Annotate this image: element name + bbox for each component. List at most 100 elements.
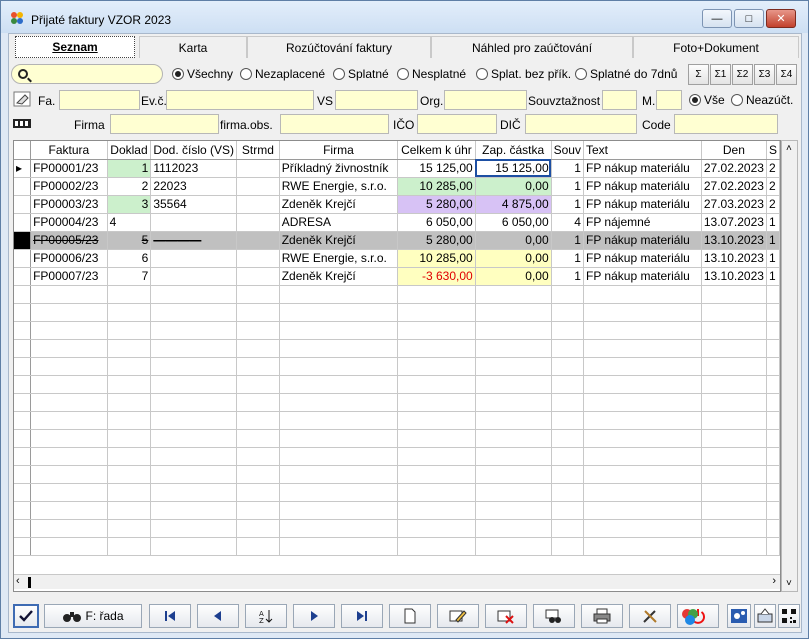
tab-karta[interactable]: Karta: [139, 36, 247, 58]
scroll-up-icon[interactable]: ˄: [786, 143, 792, 154]
filter-not-due-radio[interactable]: Nesplatné: [397, 67, 466, 81]
col-doklad[interactable]: Doklad: [107, 141, 152, 160]
previous-record-button[interactable]: [197, 604, 239, 628]
close-button[interactable]: ✕: [766, 9, 796, 28]
tab-rozuctovani[interactable]: Rozúčtování faktury: [247, 36, 431, 58]
new-record-button[interactable]: [389, 604, 431, 628]
scroll-thumb[interactable]: [28, 577, 31, 588]
sum1-button[interactable]: Σ1: [710, 64, 731, 85]
filter-due-7days-radio[interactable]: Splatné do 7dnů: [575, 67, 677, 81]
firma-obs-field[interactable]: [280, 114, 389, 134]
code-field[interactable]: [674, 114, 778, 134]
find-button[interactable]: [533, 604, 575, 628]
maximize-button[interactable]: □: [734, 9, 764, 28]
m-field[interactable]: [656, 90, 682, 110]
next-record-button[interactable]: [293, 604, 335, 628]
ico-field[interactable]: [417, 114, 497, 134]
printer-icon: [593, 608, 611, 624]
tab-foto-dokument[interactable]: Foto+Dokument: [633, 36, 799, 58]
vertical-scrollbar[interactable]: ˄ ˅: [781, 140, 798, 592]
ocr-icon[interactable]: [13, 116, 31, 132]
filter-due-radio[interactable]: Splatné: [333, 67, 389, 81]
filter-due-no-order-radio[interactable]: Splat. bez přík.: [476, 67, 571, 81]
org-field[interactable]: [444, 90, 527, 110]
next-icon: [311, 611, 318, 621]
empty-table-row: [14, 285, 780, 304]
evc-field[interactable]: [166, 90, 314, 110]
firma-label: Firma: [74, 118, 105, 132]
tools-button[interactable]: [629, 604, 671, 628]
table-row[interactable]: ▸ FP00001/23 1 1112023 Příkladný živnost…: [14, 159, 780, 178]
edit-record-button[interactable]: [437, 604, 479, 628]
firma-field[interactable]: [110, 114, 219, 134]
colors-icon[interactable]: [681, 608, 699, 626]
scroll-down-icon[interactable]: ˅: [786, 578, 792, 589]
eraser-icon[interactable]: [13, 91, 31, 107]
evc-label: Ev.č.: [141, 94, 167, 108]
horizontal-scrollbar[interactable]: ‹ ›: [14, 574, 780, 589]
bottom-toolbar: F: řada AZ: [11, 602, 801, 630]
edit-icon: [449, 610, 467, 623]
sum4-button[interactable]: Σ4: [776, 64, 797, 85]
table-row[interactable]: FP00003/23 3 35564 Zdeněk Krejčí 5 280,0…: [14, 195, 780, 214]
delete-icon: [497, 610, 514, 624]
sum-button[interactable]: Σ: [688, 64, 709, 85]
tab-seznam[interactable]: Seznam: [15, 36, 135, 58]
empty-table-row: [14, 447, 780, 466]
export-button[interactable]: [754, 604, 776, 628]
sort-az-icon: AZ: [259, 610, 273, 624]
window-title: Přijaté faktury VZOR 2023: [31, 13, 172, 27]
col-firma[interactable]: Firma: [279, 141, 399, 160]
table-row[interactable]: FP00006/23 6 RWE Energie, s.r.o. 10 285,…: [14, 249, 780, 268]
first-record-button[interactable]: [149, 604, 191, 628]
sum2-button[interactable]: Σ2: [732, 64, 753, 85]
col-souv[interactable]: Souv: [551, 141, 584, 160]
search-input[interactable]: [11, 64, 163, 84]
focused-cell[interactable]: 15 125,00: [475, 159, 552, 178]
tab-nahled[interactable]: Náhled pro zaúčtování: [431, 36, 633, 58]
col-den[interactable]: Den: [701, 141, 767, 160]
last-record-button[interactable]: [341, 604, 383, 628]
invoice-table: Faktura Doklad Dod. číslo (VS) Strmd Fir…: [14, 141, 780, 556]
souvztaznost-field[interactable]: [602, 90, 637, 110]
col-strmd[interactable]: Strmd: [236, 141, 280, 160]
col-zap-castka[interactable]: Zap. částka: [475, 141, 552, 160]
table-row[interactable]: FP00002/23 2 22023 RWE Energie, s.r.o. 1…: [14, 177, 780, 196]
svg-text:Z: Z: [259, 617, 264, 624]
app-window: Přijaté faktury VZOR 2023 — □ ✕ Seznam K…: [0, 0, 809, 639]
sum3-button[interactable]: Σ3: [754, 64, 775, 85]
col-faktura[interactable]: Faktura: [30, 141, 108, 160]
scroll-right-icon[interactable]: ›: [772, 575, 776, 587]
delete-record-button[interactable]: [485, 604, 527, 628]
table-header-row: Faktura Doklad Dod. číslo (VS) Strmd Fir…: [14, 141, 780, 160]
invoice-grid[interactable]: Faktura Doklad Dod. číslo (VS) Strmd Fir…: [13, 140, 781, 592]
series-filter-button[interactable]: F: řada: [44, 604, 142, 628]
empty-table-row: [14, 339, 780, 358]
qr-button[interactable]: [778, 604, 800, 628]
table-row-cancelled[interactable]: FP00005/23 5 ———— Zdeněk Krejčí 5 280,00…: [14, 231, 780, 250]
dic-field[interactable]: [525, 114, 637, 134]
m-label: M.: [642, 94, 656, 108]
org-label: Org.: [420, 94, 444, 108]
filter-vse-radio[interactable]: Vše: [689, 93, 725, 107]
col-text[interactable]: Text: [583, 141, 702, 160]
col-celkem[interactable]: Celkem k úhr: [397, 141, 476, 160]
gear-icon: [731, 609, 747, 623]
filter-all-radio[interactable]: Všechny: [172, 67, 233, 81]
filter-unpaid-radio[interactable]: Nezaplacené: [240, 67, 325, 81]
table-row[interactable]: FP00004/23 4 ADRESA 6 050,00 6 050,00 4 …: [14, 213, 780, 232]
vs-field[interactable]: [335, 90, 418, 110]
minimize-button[interactable]: —: [702, 9, 732, 28]
filter-unposted-radio[interactable]: Neazúčt.: [731, 93, 793, 107]
print-button[interactable]: [581, 604, 623, 628]
sort-button[interactable]: AZ: [245, 604, 287, 628]
col-s[interactable]: S: [766, 141, 780, 160]
fa-label: Fa.: [38, 94, 56, 108]
confirm-button[interactable]: [13, 604, 39, 628]
table-row[interactable]: FP00007/23 7 Zdeněk Krejčí -3 630,00 0,0…: [14, 267, 780, 286]
fa-field[interactable]: [59, 90, 140, 110]
settings-button[interactable]: [727, 604, 751, 628]
col-dod-cislo[interactable]: Dod. číslo (VS): [150, 141, 238, 160]
scroll-left-icon[interactable]: ‹: [16, 575, 20, 587]
qr-code-icon: [782, 609, 796, 623]
